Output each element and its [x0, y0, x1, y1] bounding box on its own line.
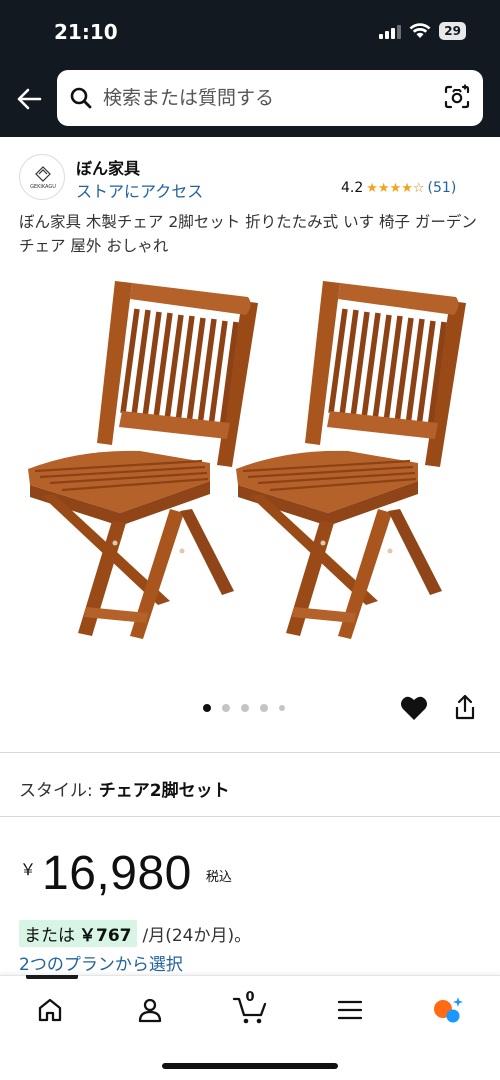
ai-assistant-icon [434, 997, 463, 1023]
cart-count: 0 [245, 990, 255, 1005]
star-full-icon: ★ [401, 180, 413, 196]
price-currency: ￥ [20, 860, 37, 879]
nav-account[interactable] [130, 992, 170, 1028]
divider [0, 816, 500, 817]
style-value: チェア2脚セット [98, 781, 230, 801]
carousel-dot[interactable] [241, 704, 249, 712]
nav-menu[interactable] [330, 992, 370, 1028]
nav-cart[interactable]: 0 [230, 990, 270, 1028]
star-empty-icon: ☆ [412, 180, 425, 196]
nav-ai-assistant[interactable] [428, 992, 468, 1028]
installment-badge: または ￥767 [19, 920, 137, 947]
nav-home[interactable] [30, 992, 70, 1028]
divider [0, 752, 500, 753]
menu-icon [337, 1000, 363, 1020]
store-logo-mark: GEKIKAGU [30, 166, 56, 190]
back-button[interactable] [14, 84, 44, 114]
tax-label: 税込 [205, 870, 232, 885]
app-header: 21:10 29 [0, 0, 500, 137]
star-full-icon: ★ [366, 180, 378, 196]
price-block: ￥ 16,980 税込 [20, 844, 232, 904]
product-image[interactable] [20, 275, 480, 645]
star-full-icon: ★ [389, 180, 402, 196]
search-input[interactable] [103, 84, 433, 112]
store-logo-text: GEKIKAGU [30, 184, 56, 190]
search-bar[interactable] [57, 70, 483, 126]
image-carousel-dots[interactable] [203, 704, 285, 712]
wishlist-button[interactable] [400, 695, 428, 725]
installment-amount: ￥767 [79, 926, 132, 946]
camera-search-icon[interactable] [443, 83, 471, 111]
carousel-dot[interactable] [279, 705, 285, 711]
rating-stars: ★ ★ ★ ★ ☆ [366, 182, 424, 195]
status-time: 21:10 [54, 20, 118, 44]
price-value: 16,980 [42, 847, 192, 900]
rating-summary[interactable]: 4.2 ★ ★ ★ ★ ☆ (51) [341, 180, 456, 196]
rating-score: 4.2 [341, 180, 364, 196]
rating-count[interactable]: (51) [428, 180, 457, 196]
status-icons: 29 [379, 22, 466, 40]
battery-indicator: 29 [439, 22, 466, 40]
product-title: ぼん家具 木製チェア 2脚セット 折りたたみ式 いす 椅子 ガーデンチェア 屋外… [19, 213, 477, 255]
select-plan-link[interactable]: 2つのプランから選択 [19, 950, 183, 975]
installment-term: /月(24か月)。 [142, 926, 252, 946]
share-icon [455, 694, 475, 720]
star-full-icon: ★ [377, 180, 390, 196]
store-visit-link[interactable]: ストアにアクセス [76, 178, 203, 202]
carousel-dot[interactable] [203, 704, 211, 712]
store-name[interactable]: ぼん家具 [76, 155, 140, 179]
style-selector[interactable]: スタイル: チェア2脚セット [19, 776, 230, 801]
heart-icon [401, 696, 427, 720]
home-icon [38, 998, 62, 1022]
home-indicator [162, 1063, 338, 1069]
cellular-signal-icon [379, 23, 402, 39]
wifi-icon [409, 23, 431, 38]
style-label: スタイル: [19, 781, 93, 801]
installment-prefix: または [24, 926, 75, 946]
carousel-dot[interactable] [260, 704, 268, 712]
active-tab-indicator [26, 975, 78, 979]
store-logo[interactable]: GEKIKAGU [19, 154, 65, 200]
search-icon [70, 87, 92, 109]
carousel-dot[interactable] [222, 704, 230, 712]
back-arrow-icon [17, 88, 42, 110]
account-icon [138, 998, 162, 1023]
share-button[interactable] [453, 694, 477, 726]
installment-info: または ￥767 /月(24か月)。 [19, 920, 251, 947]
